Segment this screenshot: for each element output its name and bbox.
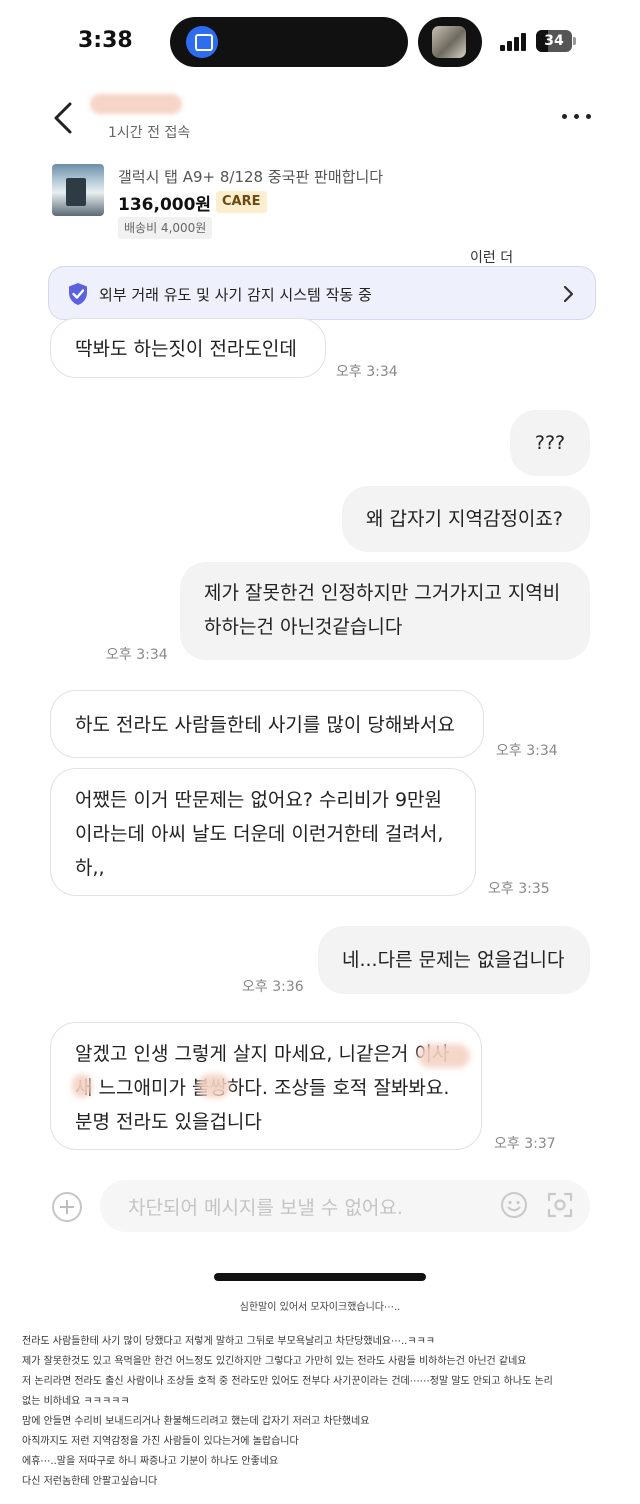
message-bubble-incoming[interactable]: 어쨌든 이거 딴문제는 없어요? 수리비가 9만원 이라는데 아씨 날도 더운데… (50, 768, 476, 896)
message-text: ??? (534, 432, 566, 454)
message-line: 분명 전라도 있을겁니다 (75, 1111, 262, 1133)
message-bubble-outgoing[interactable]: 왜 갑자기 지역감정이죠? (342, 486, 590, 552)
message-input[interactable]: 차단되어 메시지를 보낼 수 없어요. (100, 1180, 590, 1232)
caption-line: 에휴⋯..말을 저따구로 하니 짜증나고 기분이 하나도 안좋네요 (22, 1456, 279, 1467)
battery-level: 34 (544, 33, 564, 49)
partner-name-mosaic (90, 94, 182, 114)
more-options-button[interactable] (560, 104, 594, 128)
back-arrow-icon (54, 102, 72, 134)
message-timestamp: 오후 3:34 (106, 647, 168, 663)
message-timestamp: 오후 3:37 (494, 1136, 556, 1152)
home-indicator[interactable] (214, 1273, 426, 1281)
battery-icon: 34 (536, 30, 576, 52)
caption-line: 저 논리라면 전라도 출신 사람이나 조상들 호적 중 전라도만 있어도 전부다… (22, 1376, 553, 1387)
message-bubble-incoming[interactable]: 하도 전라도 사람들한테 사기를 많이 당해봐서요 (50, 690, 484, 758)
media-thumbnail (432, 26, 466, 58)
message-input-placeholder: 차단되어 메시지를 보낼 수 없어요. (128, 1197, 403, 1219)
caption-line: 아직까지도 저런 지역감정을 가진 사람들이 있다는거에 놀랍습니다 (22, 1436, 299, 1447)
message-line: 알겠고 인생 그렇게 살지 마세요, 니같은거 이사 (75, 1043, 450, 1065)
message-timestamp: 오후 3:35 (488, 881, 550, 897)
last-seen-status: 1시간 전 접속 (108, 125, 191, 141)
product-price: 136,000원 (118, 195, 212, 215)
message-timestamp: 오후 3:36 (242, 979, 304, 995)
more-dots-icon (562, 114, 567, 119)
caption-line: 맘에 안들면 수리비 보내드리거나 환불해드리려고 했는데 갑자기 저러고 차단… (22, 1416, 370, 1427)
message-line: 제가 잘못한건 인정하지만 그거가지고 지역비 (204, 582, 561, 604)
message-line: 하하는건 아닌것같습니다 (204, 616, 403, 638)
message-timestamp: 오후 3:34 (496, 743, 558, 759)
chevron-right-icon (563, 285, 574, 303)
shipping-fee-badge: 배송비 4,000원 (118, 217, 213, 239)
caption-text: 전라도 사람들한테 사기 많이 당했다고 저렇게 말하고 그뒤로 부모욕날리고 … (22, 1332, 622, 1492)
caption-line: 다신 저런놈한테 안팔고싶습니다 (22, 1476, 158, 1487)
message-line: 어쨌든 이거 딴문제는 없어요? 수리비가 9만원 (75, 789, 443, 811)
message-timestamp: 오후 3:34 (336, 364, 398, 380)
mosaic-blur (418, 1044, 470, 1068)
banner-text: 외부 거래 유도 및 사기 감지 시스템 작동 중 (99, 286, 372, 304)
caption-line: 제가 잘못한것도 있고 욕먹을만 한건 어느정도 있긴하지만 그렇다고 가만히 … (22, 1356, 527, 1367)
dynamic-island[interactable] (170, 17, 408, 67)
message-bubble-outgoing[interactable]: 네...다른 문제는 없을겁니다 (318, 926, 590, 994)
scan-icon[interactable] (546, 1191, 574, 1219)
bus-icon (186, 26, 218, 58)
message-text: 왜 갑자기 지역감정이죠? (366, 508, 563, 530)
mosaic-blur (198, 1074, 230, 1098)
signal-icon (500, 33, 530, 51)
message-bubble-incoming[interactable]: 딱봐도 하는짓이 전라도인데 (50, 318, 326, 378)
back-button[interactable] (48, 98, 82, 138)
message-bubble-outgoing[interactable]: 제가 잘못한건 인정하지만 그거가지고 지역비 하하는건 아닌것같습니다 (180, 562, 590, 660)
message-text: 하도 전라도 사람들한테 사기를 많이 당해봐서요 (75, 714, 455, 736)
clipped-message-text: 이런 더 (470, 250, 514, 266)
message-line: 하,, (75, 857, 105, 879)
message-bubble-outgoing[interactable]: ??? (510, 410, 590, 476)
message-bubble-incoming[interactable]: 알겠고 인생 그렇게 살지 마세요, 니같은거 이사 새 느그애미가 불쌍하다.… (50, 1022, 482, 1150)
product-title[interactable]: 갤럭시 탭 A9+ 8/128 중국판 판매합니다 (118, 166, 383, 187)
fraud-detection-banner[interactable]: 외부 거래 유도 및 사기 감지 시스템 작동 중 (48, 266, 596, 320)
care-badge: CARE (216, 191, 267, 213)
status-time: 3:38 (78, 28, 133, 53)
emoji-icon[interactable] (500, 1191, 528, 1219)
message-text: 네...다른 문제는 없을겁니다 (342, 949, 565, 971)
status-bar: 3:38 34 (0, 0, 640, 84)
dynamic-island-media[interactable] (418, 17, 482, 67)
product-thumbnail[interactable] (52, 164, 104, 216)
shield-check-icon (69, 283, 87, 305)
message-line: 이라는데 아씨 날도 더운데 이런거한테 걸려서, (75, 823, 444, 845)
mosaic-note: 심한말이 있어서 모자이크했습니다⋯.. (239, 1302, 401, 1313)
message-text: 딱봐도 하는짓이 전라도인데 (75, 338, 297, 360)
mosaic-blur (72, 1074, 92, 1098)
attach-plus-button[interactable] (52, 1192, 82, 1222)
caption-line: 전라도 사람들한테 사기 많이 당했다고 저렇게 말하고 그뒤로 부모욕날리고 … (22, 1336, 435, 1347)
caption-line: 없는 비하네요 ㅋㅋㅋㅋㅋ (22, 1396, 130, 1407)
message-line: 새 느그애미가 불쌍하다. 조상들 호적 잘봐봐요. (75, 1077, 450, 1099)
